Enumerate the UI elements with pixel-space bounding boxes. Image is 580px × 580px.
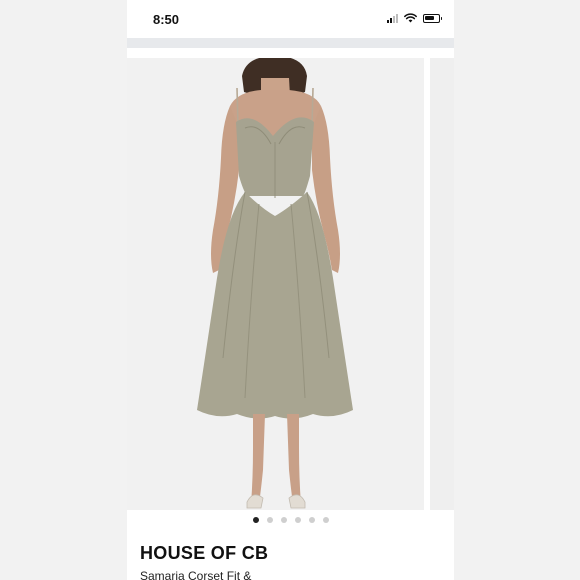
battery-icon (423, 13, 442, 23)
carousel-pagination (127, 517, 454, 523)
product-title[interactable]: Samaria Corset Fit & (140, 569, 251, 580)
carousel-dot[interactable] (280, 517, 287, 523)
carousel-dot[interactable] (252, 517, 259, 523)
status-icons (387, 13, 442, 23)
right-backdrop (453, 0, 580, 580)
product-brand[interactable]: HOUSE OF CB (140, 543, 268, 564)
next-product-photo-peek[interactable] (430, 58, 454, 510)
wifi-icon (404, 13, 417, 23)
dress-model-illustration (197, 58, 353, 509)
status-bar: 8:50 (127, 0, 454, 38)
status-time: 8:50 (153, 12, 180, 27)
header-divider (127, 38, 454, 48)
carousel-dot[interactable] (266, 517, 273, 523)
carousel-dot[interactable] (322, 517, 329, 523)
product-image-carousel[interactable] (127, 58, 454, 510)
carousel-dot[interactable] (294, 517, 301, 523)
left-backdrop (0, 0, 127, 580)
phone-screen: 8:50 HOUSE OF CB Samaria Corset Fit & (127, 0, 454, 580)
product-photo[interactable] (127, 58, 424, 510)
carousel-dot[interactable] (308, 517, 315, 523)
cellular-signal-icon (387, 13, 398, 23)
